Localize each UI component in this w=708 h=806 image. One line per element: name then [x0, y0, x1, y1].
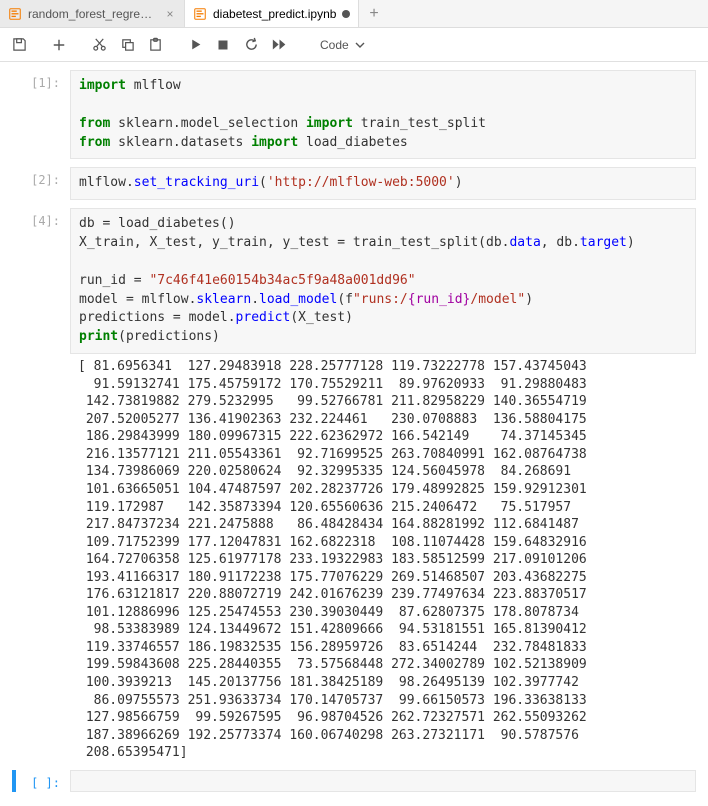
stop-button[interactable] — [210, 32, 236, 58]
notebook-icon — [8, 7, 22, 21]
notebook-area[interactable]: [1]: import mlflow from sklearn.model_se… — [0, 62, 708, 806]
run-button[interactable] — [182, 32, 208, 58]
code-input[interactable]: mlflow.set_tracking_uri('http://mlflow-w… — [70, 167, 696, 200]
celltype-dropdown[interactable]: Code — [312, 36, 373, 54]
close-icon[interactable]: × — [164, 7, 176, 21]
tab-label: random_forest_regressor_s — [28, 7, 158, 21]
code-cell[interactable]: [4]: db = load_diabetes() X_train, X_tes… — [12, 208, 696, 761]
celltype-label: Code — [320, 38, 349, 52]
code-cell[interactable]: [ ]: — [12, 770, 696, 792]
chevron-down-icon — [355, 40, 365, 50]
cell-prompt: [ ]: — [12, 770, 70, 792]
code-input[interactable]: import mlflow from sklearn.model_selecti… — [70, 70, 696, 159]
restart-button[interactable] — [238, 32, 264, 58]
tab-file-2[interactable]: diabetest_predict.ipynb — [185, 0, 359, 27]
tab-bar: random_forest_regressor_s × diabetest_pr… — [0, 0, 708, 28]
tab-file-1[interactable]: random_forest_regressor_s × — [0, 0, 185, 27]
notebook-icon — [193, 7, 207, 21]
cut-button[interactable] — [86, 32, 112, 58]
add-tab-button[interactable]: + — [359, 5, 388, 23]
add-cell-button[interactable] — [46, 32, 72, 58]
save-button[interactable] — [6, 32, 32, 58]
cell-output: [ 81.6956341 127.29483918 228.25777128 1… — [70, 354, 696, 762]
code-input[interactable] — [70, 770, 696, 792]
cell-prompt: [4]: — [12, 208, 70, 761]
tab-label: diabetest_predict.ipynb — [213, 7, 336, 21]
fast-forward-button[interactable] — [266, 32, 292, 58]
code-cell[interactable]: [1]: import mlflow from sklearn.model_se… — [12, 70, 696, 159]
active-cell-indicator — [12, 770, 16, 792]
toolbar: Code — [0, 28, 708, 62]
code-cell[interactable]: [2]: mlflow.set_tracking_uri('http://mlf… — [12, 167, 696, 200]
dirty-indicator-icon — [342, 10, 350, 18]
copy-button[interactable] — [114, 32, 140, 58]
paste-button[interactable] — [142, 32, 168, 58]
cell-prompt: [1]: — [12, 70, 70, 159]
code-input[interactable]: db = load_diabetes() X_train, X_test, y_… — [70, 208, 696, 354]
cell-prompt: [2]: — [12, 167, 70, 200]
